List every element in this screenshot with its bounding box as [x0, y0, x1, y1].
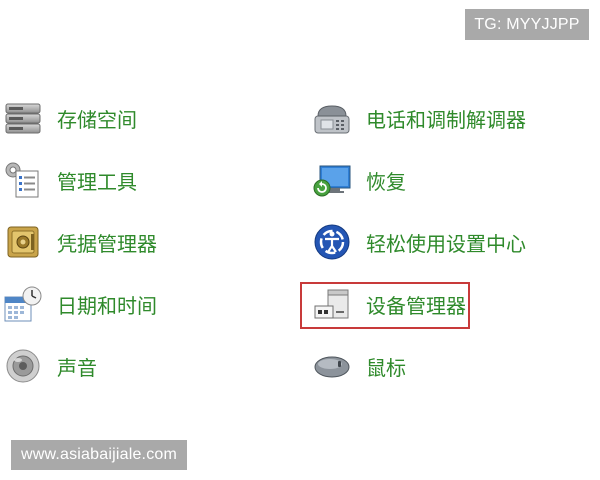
admin-tools-icon — [3, 160, 43, 200]
recovery-icon — [312, 160, 352, 200]
sound-icon — [3, 346, 43, 386]
ease-of-access-icon — [312, 222, 352, 262]
cp-label: 凭据管理器 — [57, 231, 157, 256]
highlight-box — [300, 282, 470, 329]
cp-item-credential-manager[interactable]: 凭据管理器 — [3, 222, 157, 262]
phone-modem-icon — [312, 98, 352, 138]
cp-label: 声音 — [57, 355, 97, 380]
cp-item-recovery[interactable]: 恢复 — [312, 160, 406, 200]
cp-label: 管理工具 — [57, 169, 137, 194]
cp-item-date-time[interactable]: 日期和时间 — [3, 284, 157, 324]
cp-label: 恢复 — [366, 169, 406, 194]
cp-item-sound[interactable]: 声音 — [3, 346, 97, 386]
cp-item-phone-modem[interactable]: 电话和调制解调器 — [312, 98, 526, 138]
cp-label: 存储空间 — [57, 107, 137, 132]
watermark-tag-bottom: www.asiabaijiale.com — [11, 440, 187, 470]
cp-item-admin-tools[interactable]: 管理工具 — [3, 160, 137, 200]
cp-label: 电话和调制解调器 — [366, 107, 526, 132]
storage-spaces-icon — [3, 98, 43, 138]
credential-manager-icon — [3, 222, 43, 262]
cp-label: 鼠标 — [366, 355, 406, 380]
cp-label: 日期和时间 — [57, 293, 157, 318]
watermark-tag-top: TG: MYYJJPP — [465, 9, 589, 40]
cp-item-mouse[interactable]: 鼠标 — [312, 346, 406, 386]
date-time-icon — [3, 284, 43, 324]
cp-label: 轻松使用设置中心 — [366, 231, 526, 256]
cp-item-storage-spaces[interactable]: 存储空间 — [3, 98, 137, 138]
mouse-icon — [312, 346, 352, 386]
cp-item-ease-of-access[interactable]: 轻松使用设置中心 — [312, 222, 526, 262]
